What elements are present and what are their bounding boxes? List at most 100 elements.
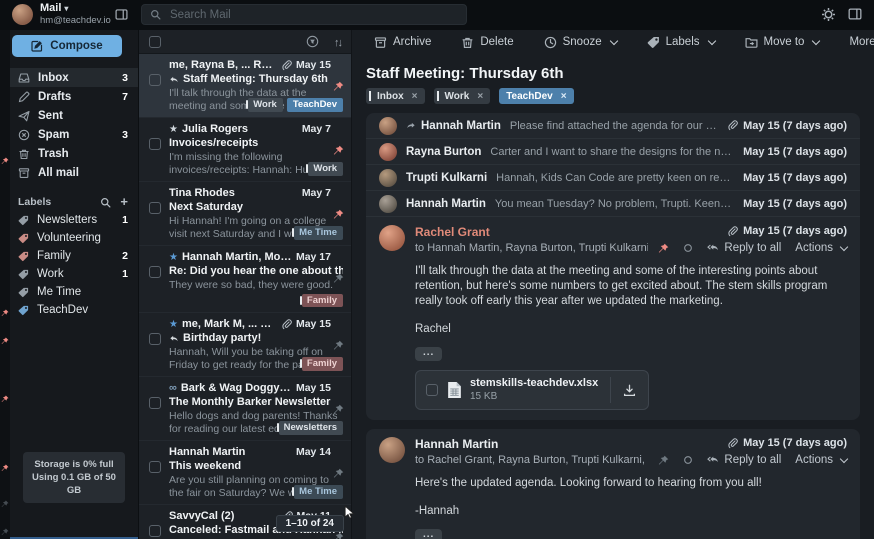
pin-icon[interactable] — [333, 273, 344, 284]
pin-icon — [1, 309, 9, 317]
checkbox[interactable] — [149, 397, 161, 409]
pin-icon[interactable] — [333, 532, 344, 539]
reply-all-button[interactable]: Reply to all — [707, 242, 781, 254]
settings-gear-icon[interactable] — [821, 7, 836, 22]
attachment-checkbox[interactable] — [426, 384, 438, 396]
search-bar[interactable] — [141, 4, 467, 25]
checkbox[interactable] — [149, 525, 161, 537]
actions-button[interactable]: Actions — [795, 454, 847, 466]
label-chip[interactable]: Work — [308, 162, 343, 177]
compose-button[interactable]: Compose — [12, 35, 122, 57]
pin-icon[interactable] — [333, 209, 344, 220]
collapsed-message[interactable]: Hannah Martin Please find attached the a… — [366, 113, 860, 139]
archive-button[interactable]: Archive — [374, 36, 431, 49]
sender-name[interactable]: Hannah Martin — [415, 437, 648, 451]
checkbox[interactable] — [149, 138, 161, 150]
star-icon[interactable] — [169, 320, 178, 330]
close-icon[interactable] — [561, 91, 567, 102]
checkbox[interactable] — [149, 266, 161, 278]
labels-button[interactable]: Labels — [647, 36, 715, 49]
sidebar-item-inbox[interactable]: Inbox 3 — [10, 68, 138, 87]
mark-unread-icon[interactable] — [683, 455, 693, 465]
pin-icon[interactable] — [658, 455, 669, 466]
search-input[interactable] — [168, 8, 458, 22]
download-button[interactable] — [610, 377, 648, 403]
subject: Staff Meeting: Thursday 6th — [183, 73, 328, 86]
label-chip[interactable]: Work — [248, 98, 283, 113]
toggle-reading-pane-icon[interactable] — [848, 7, 862, 21]
account-switcher[interactable]: Mail hm@teachdev.io — [40, 2, 111, 27]
labels-header: Labels — [10, 193, 138, 211]
sidebar-label-teachdev[interactable]: TeachDev — [10, 301, 138, 319]
label-search-icon[interactable] — [100, 197, 111, 208]
star-icon[interactable] — [169, 125, 178, 135]
sidebar-label-family[interactable]: Family 2 — [10, 247, 138, 265]
sidebar-label-me-time[interactable]: Me Time — [10, 283, 138, 301]
list-item[interactable]: Bark & Wag Doggy Daycare May 15 The Mont… — [139, 377, 351, 441]
sidebar-item-trash[interactable]: Trash — [10, 144, 138, 163]
recipients-line[interactable]: to Rachel Grant, Rayna Burton, Trupti Ku… — [415, 454, 648, 466]
toggle-sidebar-icon[interactable] — [115, 8, 128, 21]
filter-icon[interactable] — [306, 35, 319, 48]
sidebar-item-all-mail[interactable]: All mail — [10, 163, 138, 182]
tag-chip-teachdev[interactable]: TeachDev — [499, 88, 573, 104]
label-chip[interactable]: Family — [302, 357, 343, 372]
attachment-icon — [727, 438, 738, 449]
recipients-line[interactable]: to Hannah Martin, Rayna Burton, Trupti K… — [415, 242, 648, 254]
sender-name[interactable]: Rachel Grant — [415, 225, 648, 239]
pin-icon[interactable] — [333, 145, 344, 156]
list-item[interactable]: me, Rayna B, ... Rachel G (6) May 15 Sta… — [139, 54, 351, 118]
more-button[interactable]: More — [849, 36, 874, 48]
star-icon[interactable] — [169, 253, 178, 263]
add-label-icon[interactable] — [120, 193, 128, 211]
mark-unread-icon[interactable] — [683, 243, 693, 253]
attachment-card[interactable]: stemskills-teachdev.xlsx 15 KB — [415, 370, 649, 410]
quoted-text-toggle[interactable]: ... — [415, 347, 442, 361]
sort-icon[interactable] — [334, 33, 341, 51]
tag-chip-work[interactable]: Work — [434, 88, 491, 104]
snooze-button[interactable]: Snooze — [544, 36, 617, 49]
app-title[interactable]: Mail — [40, 2, 111, 15]
pin-icon[interactable] — [658, 243, 669, 254]
move-to-button[interactable]: Move to — [745, 36, 820, 49]
pin-icon[interactable] — [333, 81, 344, 92]
sidebar-item-sent[interactable]: Sent — [10, 106, 138, 125]
pin-icon[interactable] — [333, 468, 344, 479]
list-item[interactable]: Tina Rhodes May 7 Next Saturday Hi Hanna… — [139, 182, 351, 246]
quoted-text-toggle[interactable]: ... — [415, 529, 442, 539]
collapsed-message[interactable]: Trupti Kulkarni Hannah, Kids Can Code ar… — [366, 165, 860, 191]
actions-button[interactable]: Actions — [795, 242, 847, 254]
pin-icon — [1, 500, 9, 508]
list-item[interactable]: Hannah Martin, Mom (4) May 17 Re: Did yo… — [139, 246, 351, 313]
pagination-indicator[interactable]: 1–10 of 24 — [276, 515, 344, 532]
collapsed-message[interactable]: Rayna Burton Carter and I want to share … — [366, 139, 860, 165]
label-chip[interactable]: Newsletters — [279, 421, 343, 436]
close-icon[interactable] — [412, 91, 418, 102]
sidebar-item-drafts[interactable]: Drafts 7 — [10, 87, 138, 106]
select-all-checkbox[interactable] — [149, 36, 161, 48]
close-icon[interactable] — [477, 91, 483, 102]
list-item[interactable]: Hannah Martin May 14 This weekend Are yo… — [139, 441, 351, 505]
sidebar-item-spam[interactable]: Spam 3 — [10, 125, 138, 144]
checkbox[interactable] — [149, 333, 161, 345]
checkbox[interactable] — [149, 202, 161, 214]
sidebar-label-volunteering[interactable]: Volunteering — [10, 229, 138, 247]
label-chip[interactable]: Me Time — [294, 226, 343, 241]
list-item[interactable]: me, Mark M, ... Mary G (8) May 15 Birthd… — [139, 313, 351, 377]
label-chip[interactable]: TeachDev — [287, 98, 343, 113]
sidebar-label-work[interactable]: Work 1 — [10, 265, 138, 283]
avatar[interactable] — [12, 4, 33, 25]
collapsed-message[interactable]: Hannah Martin You mean Tuesday? No probl… — [366, 191, 860, 217]
label-chip[interactable]: Me Time — [294, 485, 343, 500]
delete-button[interactable]: Delete — [461, 36, 513, 49]
label-chip[interactable]: Family — [302, 294, 343, 307]
reply-all-button[interactable]: Reply to all — [707, 454, 781, 466]
pin-icon[interactable] — [333, 340, 344, 351]
unread-count: 1 — [122, 214, 128, 226]
sidebar-label-newsletters[interactable]: Newsletters 1 — [10, 211, 138, 229]
checkbox[interactable] — [149, 74, 161, 86]
list-item[interactable]: Julia Rogers May 7 Invoices/receipts I'm… — [139, 118, 351, 182]
tag-chip-inbox[interactable]: Inbox — [366, 88, 425, 104]
checkbox[interactable] — [149, 461, 161, 473]
pin-icon[interactable] — [333, 404, 344, 415]
